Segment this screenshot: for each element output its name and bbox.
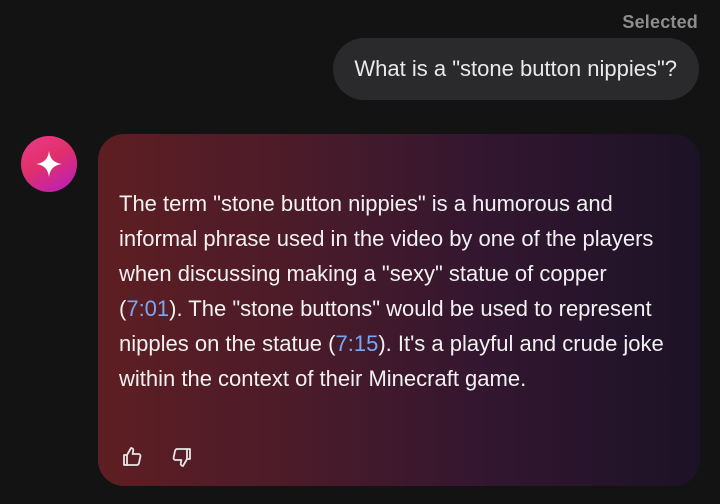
assistant-reply-card: The term "stone button nippies" is a hum… [98,134,700,486]
like-button[interactable] [119,444,145,470]
thumbs-up-icon [123,447,142,466]
assistant-reply-text: The term "stone button nippies" is a hum… [119,186,676,396]
feedback-actions [119,444,195,470]
dislike-button[interactable] [169,444,195,470]
selected-label: Selected [622,12,698,32]
assistant-avatar [21,136,77,192]
timestamp-link-7-01[interactable]: 7:01 [126,296,169,321]
sparkle-icon [36,151,62,177]
thumbs-down-icon [172,448,191,467]
user-message-bubble: What is a "stone button nippies"? [333,38,699,100]
timestamp-link-7-15[interactable]: 7:15 [335,331,378,356]
user-message-text: What is a "stone button nippies"? [354,56,677,81]
